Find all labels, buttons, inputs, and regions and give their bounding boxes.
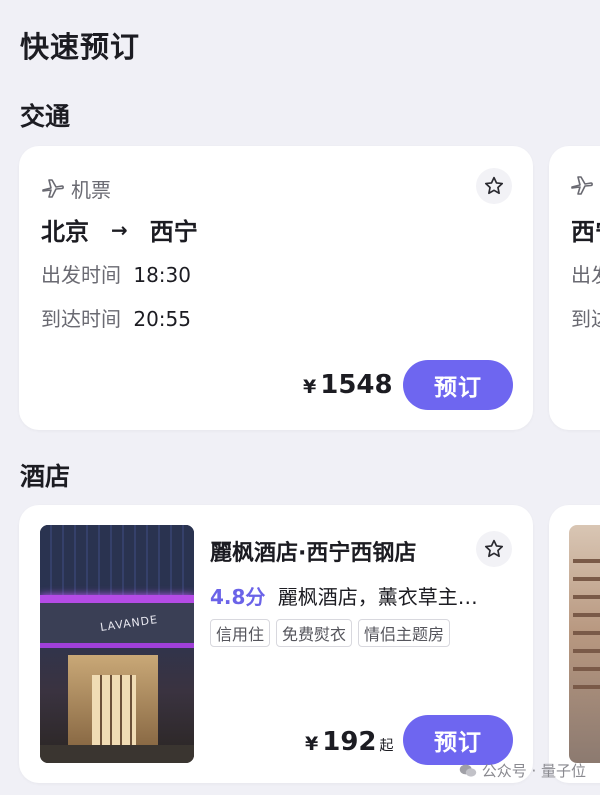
route-arrow: → — [111, 217, 128, 242]
currency-symbol: ¥ — [305, 733, 319, 755]
building-facade — [40, 525, 194, 600]
flight-type-label: 机票 — [71, 178, 111, 202]
hotel-card-next[interactable] — [549, 505, 600, 783]
arrive-row: 到达时间 20:55 — [41, 303, 191, 332]
currency-symbol: ¥ — [303, 376, 317, 398]
to-city: 西宁 — [149, 218, 198, 246]
section-title-transport: 交通 — [20, 102, 71, 131]
section-title-hotel: 酒店 — [20, 462, 71, 491]
window-grid — [573, 545, 600, 695]
neon-band — [40, 595, 194, 603]
depart-row: 出发时间 18:30 — [41, 259, 191, 288]
watermark-text: 公众号 · 量子位 — [481, 762, 586, 780]
street — [40, 745, 194, 763]
page-title: 快速预订 — [20, 30, 141, 64]
star-icon — [484, 176, 504, 195]
price-value: 1548 — [320, 370, 393, 400]
hotel-price: ¥ 192 起 — [305, 727, 394, 757]
airplane-icon — [42, 178, 64, 198]
book-hotel-button[interactable]: 预订 — [403, 715, 513, 765]
flight-type-row: 机票 — [41, 174, 111, 203]
hotel-photo-next[interactable] — [569, 525, 600, 763]
watermark: 公众号 · 量子位 — [459, 760, 586, 781]
flight-price: ¥ 1548 — [303, 370, 393, 400]
next-depart-label: 出发 — [571, 263, 600, 287]
depart-label: 出发时间 — [41, 263, 121, 287]
next-city: 西宁 — [571, 218, 600, 246]
next-arrive-label: 到达 — [571, 307, 600, 331]
hotel-tag: 免费熨衣 — [276, 619, 353, 647]
hotel-tags: 信用住 免费熨衣 情侣主题房 — [210, 619, 456, 647]
depart-time: 18:30 — [133, 263, 191, 287]
from-city: 北京 — [41, 218, 89, 246]
hotel-description: 麗枫酒店，薰衣草主… — [277, 585, 478, 609]
arrive-label: 到达时间 — [41, 307, 121, 331]
hotel-card[interactable]: LAVANDE 麗枫酒店·西宁西钢店 4.8分 麗枫酒店，薰衣草主… 信用住 免费… — [19, 505, 533, 783]
arrive-time: 20:55 — [133, 307, 191, 331]
hotel-name: 麗枫酒店·西宁西钢店 — [210, 541, 417, 566]
star-icon — [484, 539, 504, 558]
hotel-rating: 4.8分 — [210, 585, 266, 609]
hotel-rating-row: 4.8分 麗枫酒店，薰衣草主… — [210, 581, 478, 610]
book-flight-button[interactable]: 预订 — [403, 360, 513, 410]
flight-card-next[interactable]: 西宁 出发 到达 — [549, 146, 600, 430]
hotel-tag: 信用住 — [210, 619, 271, 647]
price-value: 192 — [322, 727, 377, 757]
hotel-photo[interactable]: LAVANDE — [40, 525, 194, 763]
entrance-doors — [92, 675, 136, 745]
hotel-tag: 情侣主题房 — [358, 619, 451, 647]
airplane-icon — [571, 176, 593, 195]
favorite-button[interactable] — [476, 531, 512, 567]
wechat-icon — [459, 764, 476, 777]
favorite-button[interactable] — [476, 168, 512, 204]
neon-band-lower — [40, 643, 194, 648]
flight-card[interactable]: 机票 北京 → 西宁 出发时间 18:30 到达时间 20:55 ¥ 1548 … — [19, 146, 533, 430]
price-suffix: 起 — [379, 738, 394, 754]
flight-route: 北京 → 西宁 — [41, 212, 198, 247]
